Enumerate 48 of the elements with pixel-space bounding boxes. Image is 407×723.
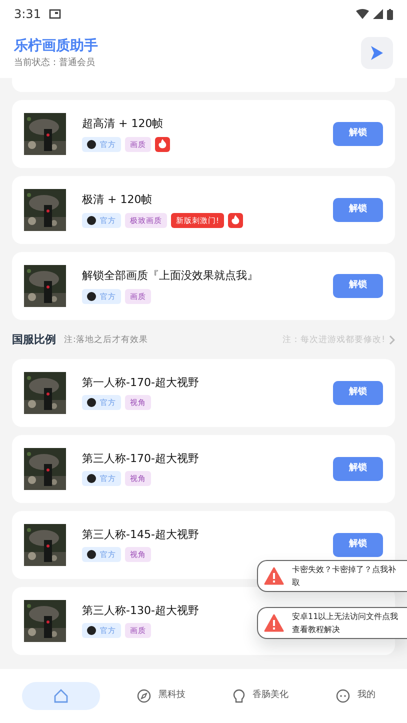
play-button[interactable] — [361, 37, 393, 69]
app-title: 乐柠画质助手 — [14, 36, 98, 56]
section-title: 国服比例 — [12, 332, 56, 348]
nav-tab[interactable]: 我的 — [326, 685, 386, 707]
play-icon — [370, 45, 384, 61]
signal-icon — [373, 9, 383, 19]
nav-tab[interactable]: 黑科技 — [126, 685, 196, 707]
avatar-icon — [87, 626, 96, 636]
toast-text: 安卓11以上无法访问文件点我查看教程解决 — [292, 611, 400, 636]
home-icon — [54, 689, 68, 703]
avatar-icon — [87, 474, 96, 484]
item-title: 第三人称-145-超大视野 — [82, 526, 199, 543]
screen-icon — [48, 9, 61, 19]
warning-icon — [264, 567, 284, 585]
item-title: 第一人称-170-超大视野 — [82, 374, 199, 391]
item-title: 第三人称-130-超大视野 — [82, 602, 199, 619]
item-title: 解锁全部画质『上面没效果就点我』 — [82, 268, 258, 284]
avatar-icon — [87, 140, 96, 149]
item-title: 超高清 + 120帧 — [82, 116, 164, 132]
avatar-icon — [87, 398, 96, 408]
unlock-button[interactable]: 解锁 — [333, 122, 383, 146]
chevron-icon[interactable] — [389, 335, 395, 346]
lightbulb-icon — [232, 688, 244, 704]
avatar-icon — [87, 216, 96, 225]
fire-icon — [155, 136, 170, 152]
compass-icon — [136, 689, 150, 703]
toast-text: 卡密失效？卡密掉了？点我补取 — [292, 564, 397, 589]
avatar-icon — [87, 292, 96, 301]
clock: 3:31 — [14, 6, 41, 23]
face-icon — [336, 689, 350, 703]
nav-tab[interactable] — [22, 682, 100, 710]
member-status: 当前状态：普通会员 — [14, 56, 96, 70]
unlock-button[interactable]: 解锁 — [333, 456, 383, 480]
fire-icon — [228, 212, 244, 228]
unlock-button[interactable]: 解锁 — [333, 198, 383, 222]
notice-toast[interactable]: 安卓11以上无法访问文件点我查看教程解决 — [257, 607, 407, 639]
item-title: 第三人称-170-超大视野 — [82, 450, 199, 467]
section-note: 注:落地之后才有效果 — [64, 334, 149, 347]
avatar-icon — [87, 550, 96, 560]
battery-icon — [387, 8, 393, 20]
notice-toast[interactable]: 卡密失效？卡密掉了？点我补取 — [257, 560, 407, 592]
unlock-button[interactable]: 解锁 — [333, 532, 383, 556]
wifi-icon — [356, 9, 369, 19]
warning-icon — [264, 614, 284, 632]
unlock-button[interactable]: 解锁 — [333, 274, 383, 298]
nav-tab[interactable]: 香肠美化 — [222, 684, 298, 708]
item-title: 极清 + 120帧 — [82, 192, 152, 208]
unlock-button[interactable]: 解锁 — [333, 380, 383, 404]
